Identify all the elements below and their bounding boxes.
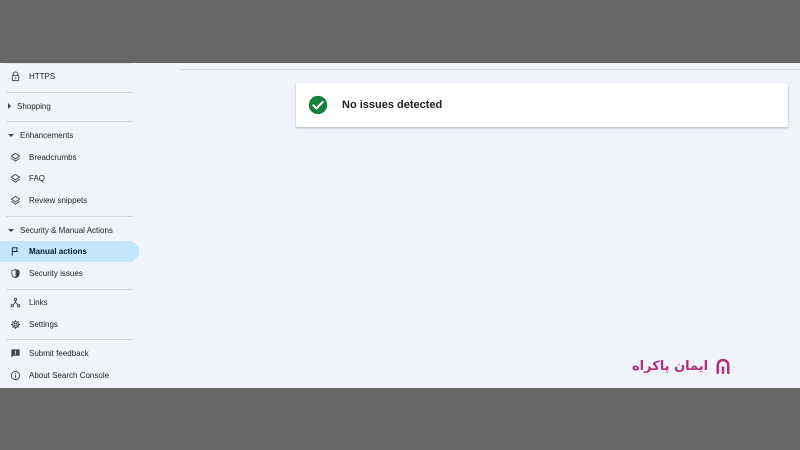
check-circle-icon (308, 95, 328, 115)
sidebar-item-label: About Search Console (29, 371, 110, 380)
sidebar-item-label: Manual actions (29, 247, 87, 256)
sidebar-item-about-search-console[interactable]: About Search Console (0, 365, 109, 386)
caret-right-icon (8, 103, 11, 109)
sidebar-item-links[interactable]: Links (0, 292, 48, 313)
search-console-app: HTTPS Shopping Enhancements Breadcrumbs … (0, 63, 800, 388)
sidebar-item-settings[interactable]: Settings (0, 314, 58, 335)
sidebar-item-label: Security issues (29, 269, 83, 278)
sidebar-item-label: Links (29, 298, 48, 307)
watermark-logo-icon (714, 357, 732, 375)
gear-icon (10, 319, 21, 330)
flag-icon (10, 246, 21, 257)
sidebar-item-manual-actions[interactable]: Manual actions (0, 241, 139, 262)
layers-icon (10, 173, 21, 184)
top-frame-band (0, 0, 800, 63)
sidebar-item-label: Breadcrumbs (29, 153, 77, 162)
sidebar-divider (6, 339, 133, 340)
sidebar-divider (6, 216, 133, 217)
sidebar-item-label: Submit feedback (29, 349, 89, 358)
sidebar-divider (6, 92, 133, 93)
sidebar-nav: HTTPS Shopping Enhancements Breadcrumbs … (0, 63, 140, 388)
watermark: ایمان پاکراه (632, 357, 732, 375)
sidebar-item-faq[interactable]: FAQ (0, 168, 45, 189)
sidebar-item-https[interactable]: HTTPS (0, 66, 55, 87)
caret-down-icon (8, 133, 14, 137)
sidebar-item-security-issues[interactable]: Security issues (0, 263, 83, 284)
sidebar-section-enhancements[interactable]: Enhancements (0, 126, 73, 144)
layers-icon (10, 152, 21, 163)
bottom-frame-band (0, 388, 800, 450)
layers-icon (10, 195, 21, 206)
sidebar-section-shopping[interactable]: Shopping (0, 97, 51, 115)
sidebar-divider (6, 121, 133, 122)
status-message: No issues detected (342, 99, 443, 111)
sidebar-section-label: Shopping (17, 101, 51, 111)
watermark-text: ایمان پاکراه (632, 358, 709, 374)
feedback-icon (10, 348, 21, 359)
lock-icon (10, 71, 21, 82)
sidebar-top-divider (6, 63, 131, 64)
sidebar-section-label: Enhancements (20, 130, 74, 140)
links-icon (10, 297, 21, 308)
content-header-divider (180, 69, 800, 70)
sidebar-item-label: FAQ (29, 174, 46, 183)
sidebar-item-label: HTTPS (29, 72, 56, 81)
status-card: No issues detected (296, 83, 788, 127)
sidebar-item-breadcrumbs[interactable]: Breadcrumbs (0, 147, 77, 168)
sidebar-section-security-manual-actions[interactable]: Security & Manual Actions (0, 221, 113, 239)
sidebar-item-label: Review snippets (29, 196, 88, 205)
sidebar-item-label: Settings (29, 320, 58, 329)
shield-icon (10, 268, 21, 279)
info-icon (10, 370, 21, 381)
caret-down-icon (8, 228, 14, 232)
sidebar-item-submit-feedback[interactable]: Submit feedback (0, 343, 89, 364)
sidebar-item-review-snippets[interactable]: Review snippets (0, 190, 87, 211)
sidebar-divider (6, 289, 133, 290)
sidebar-section-label: Security & Manual Actions (20, 225, 113, 235)
